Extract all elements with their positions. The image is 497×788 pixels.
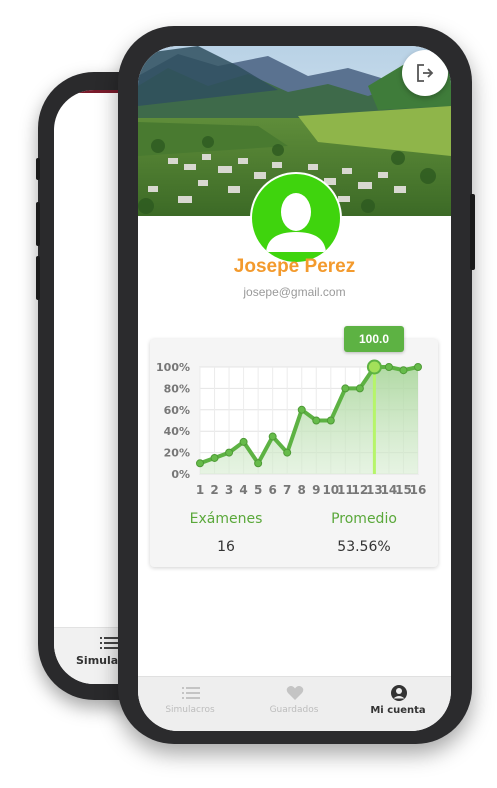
x-tick-label: 8 bbox=[298, 483, 306, 497]
data-point bbox=[384, 363, 393, 371]
x-tick-label: 7 bbox=[283, 483, 291, 497]
bottom-tab-bar: Simulacros Guardados Mi cuenta bbox=[138, 676, 451, 731]
data-point bbox=[399, 366, 408, 375]
y-tick-label: 100% bbox=[156, 361, 190, 374]
back-phone-button bbox=[36, 158, 40, 180]
tab-guardados[interactable]: Guardados bbox=[242, 677, 346, 731]
data-point bbox=[312, 416, 321, 425]
x-tick-label: 5 bbox=[254, 483, 262, 497]
tab-label: Mi cuenta bbox=[370, 705, 426, 716]
avatar bbox=[250, 172, 342, 264]
tab-label: Guardados bbox=[269, 705, 319, 715]
tab-simulacros[interactable]: Simulacros bbox=[138, 677, 242, 731]
tab-label: Simulacros bbox=[165, 705, 215, 715]
data-point bbox=[254, 459, 263, 468]
list-icon bbox=[100, 637, 118, 649]
side-button bbox=[470, 194, 475, 270]
x-tick-label: 6 bbox=[268, 483, 276, 497]
tab-mi-cuenta[interactable]: Mi cuenta bbox=[346, 677, 450, 731]
heart-icon bbox=[286, 686, 304, 700]
x-tick-label: 16 bbox=[410, 483, 427, 497]
average-value: 53.56% bbox=[337, 539, 391, 555]
user-avatar-icon bbox=[266, 193, 326, 252]
user-email: josepe@gmail.com bbox=[243, 285, 346, 299]
score-chart[interactable]: 0%20%40%60%80%100%1 2 3 4 5 6 7 8 9 1011121314151… bbox=[150, 339, 438, 499]
account-circle-icon bbox=[391, 685, 407, 701]
x-tick-label: 2 bbox=[210, 483, 218, 497]
data-point bbox=[239, 437, 248, 446]
data-point bbox=[196, 459, 204, 468]
data-point bbox=[225, 448, 234, 457]
logout-icon bbox=[417, 64, 434, 82]
back-tab-label[interactable]: Simula bbox=[76, 654, 118, 667]
y-tick-label: 40% bbox=[164, 425, 190, 438]
back-phone-button bbox=[36, 202, 40, 246]
y-tick-label: 0% bbox=[171, 468, 190, 481]
x-tick-label: 4 bbox=[239, 483, 247, 497]
data-point bbox=[283, 448, 292, 457]
data-point bbox=[297, 405, 306, 414]
back-phone-button bbox=[36, 256, 40, 300]
user-name: Josepe Perez bbox=[233, 256, 356, 277]
chart-tooltip: 100.0 bbox=[344, 326, 404, 352]
data-point bbox=[268, 432, 277, 441]
data-point bbox=[355, 384, 364, 393]
y-tick-label: 80% bbox=[164, 382, 190, 395]
stats-card: 0% 20% 40% 60% 80% 100% 1 2 3 4 5 6 7 8 9 10 11 12 13 14 15 1… bbox=[150, 326, 438, 567]
data-point bbox=[414, 363, 422, 371]
app-screen: Josepe Perez josepe@gmail.com 0% 20% 40% 60… bbox=[138, 46, 451, 731]
data-point bbox=[210, 453, 219, 462]
logout-button[interactable] bbox=[402, 50, 448, 96]
y-tick-label: 60% bbox=[164, 404, 190, 417]
exams-label: Exámenes bbox=[189, 511, 263, 527]
data-point bbox=[341, 384, 350, 393]
exams-value: 16 bbox=[217, 539, 235, 555]
y-tick-label: 20% bbox=[164, 447, 190, 460]
data-point bbox=[326, 416, 335, 425]
highlighted-point bbox=[366, 359, 382, 375]
average-label: Promedio bbox=[331, 511, 397, 527]
x-tick-label: 9 bbox=[312, 483, 320, 497]
front-phone: Josepe Perez josepe@gmail.com 0% 20% 40% 60… bbox=[118, 26, 475, 744]
x-tick-label: 1 bbox=[196, 483, 204, 497]
list-icon bbox=[182, 687, 200, 699]
x-tick-label: 3 bbox=[225, 483, 233, 497]
